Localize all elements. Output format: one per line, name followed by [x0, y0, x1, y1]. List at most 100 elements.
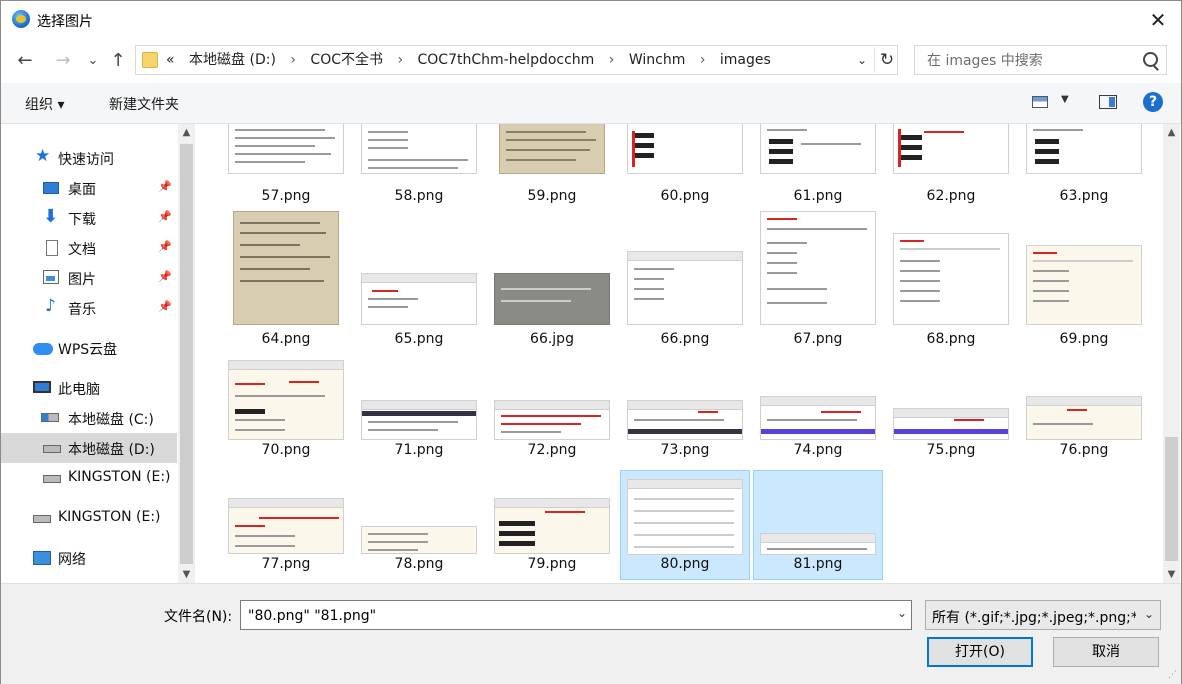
file-item[interactable]: 64.png — [221, 207, 351, 347]
file-item-selected[interactable]: 81.png — [753, 470, 883, 580]
file-item[interactable]: 79.png — [487, 470, 617, 580]
scroll-down-arrow-icon[interactable]: ▼ — [1163, 566, 1180, 583]
filename-combobox[interactable]: ⌄ — [240, 600, 912, 630]
sidebar-item-kingston-under-pc[interactable]: KINGSTON (E:) — [1, 463, 177, 493]
filetype-select[interactable]: 所有 (*.gif;*.jpg;*.jpeg;*.png;* ⌄ — [925, 600, 1161, 630]
file-item[interactable]: 65.png — [354, 207, 484, 347]
sidebar-item-quick-access[interactable]: ★ 快速访问 — [1, 143, 177, 173]
file-open-dialog: 选择图片 ✕ ← → ⌄ ↑ « 本地磁盘 (D:) › COC不全书 › CO… — [0, 0, 1182, 684]
file-item[interactable]: 66.jpg — [487, 207, 617, 347]
file-item[interactable]: 73.png — [620, 356, 750, 466]
refresh-button[interactable]: ↻ — [874, 47, 899, 73]
organize-button[interactable]: 组织 ▾ — [25, 94, 64, 114]
resize-grip-icon[interactable]: ⋰ — [1168, 670, 1177, 680]
filename-input[interactable] — [246, 605, 880, 627]
file-item[interactable]: 68.png — [886, 207, 1016, 347]
chevron-down-icon[interactable]: ⌄ — [897, 606, 907, 620]
view-options-dropdown[interactable]: ▼ — [1061, 94, 1069, 105]
forward-button[interactable]: → — [51, 49, 75, 73]
scroll-down-arrow-icon[interactable]: ▼ — [178, 566, 195, 583]
up-button[interactable]: ↑ — [106, 49, 130, 73]
sidebar-item-pictures[interactable]: 图片 📌 — [1, 263, 177, 293]
recent-locations-button[interactable]: ⌄ — [81, 49, 105, 73]
file-item[interactable]: 75.png — [886, 356, 1016, 466]
search-icon[interactable] — [1143, 52, 1158, 67]
breadcrumb-item[interactable]: COC7thChm-helpdocchm — [418, 52, 595, 68]
sidebar-item-wps-cloud[interactable]: WPS云盘 — [1, 333, 177, 363]
sidebar-item-documents[interactable]: 文档 📌 — [1, 233, 177, 263]
breadcrumb-item-current[interactable]: images — [720, 52, 771, 68]
file-item[interactable]: 60.png — [620, 124, 750, 212]
sidebar-item-this-pc[interactable]: 此电脑 — [1, 373, 177, 403]
file-name: 57.png — [261, 188, 311, 204]
cancel-button[interactable]: 取消 — [1053, 637, 1159, 667]
file-item-selected[interactable]: 80.png — [620, 470, 750, 580]
breadcrumb-separator[interactable]: › — [609, 52, 615, 68]
breadcrumb-separator[interactable]: › — [290, 52, 296, 68]
sidebar-item-desktop[interactable]: 桌面 📌 — [1, 173, 177, 203]
file-thumbnail — [760, 396, 876, 440]
app-icon — [12, 10, 30, 28]
file-item[interactable]: 78.png — [354, 470, 484, 580]
file-item[interactable]: 70.png — [221, 356, 351, 466]
chevron-down-icon[interactable]: ⌄ — [1144, 607, 1154, 621]
breadcrumb-item[interactable]: 本地磁盘 (D:) — [189, 52, 276, 68]
file-item[interactable]: 57.png — [221, 124, 351, 212]
file-thumbnail — [760, 211, 876, 325]
file-thumbnail — [1026, 245, 1142, 325]
file-thumbnail — [627, 251, 743, 325]
sidebar-item-network[interactable]: 网络 — [1, 543, 177, 573]
breadcrumb-item[interactable]: Winchm — [629, 52, 686, 68]
file-name: 77.png — [261, 556, 311, 572]
open-button[interactable]: 打开(O) — [927, 637, 1033, 667]
file-item[interactable]: 72.png — [487, 356, 617, 466]
sidebar-scrollbar[interactable]: ▲ ▼ — [178, 124, 195, 583]
file-item[interactable]: 61.png — [753, 124, 883, 212]
sidebar-item-drive-c[interactable]: 本地磁盘 (C:) — [1, 403, 177, 433]
file-item[interactable]: 76.png — [1019, 356, 1149, 466]
file-thumbnail — [361, 526, 477, 554]
close-button[interactable]: ✕ — [1135, 1, 1181, 39]
file-thumbnail — [494, 498, 610, 554]
sidebar-item-music[interactable]: ♪ 音乐 📌 — [1, 293, 177, 323]
search-box[interactable] — [914, 45, 1167, 75]
breadcrumb-item[interactable]: COC不全书 — [310, 52, 383, 68]
scroll-up-arrow-icon[interactable]: ▲ — [178, 124, 195, 141]
scroll-up-arrow-icon[interactable]: ▲ — [1163, 124, 1180, 141]
file-thumbnail — [760, 533, 876, 555]
network-icon — [33, 551, 51, 565]
file-item[interactable]: 71.png — [354, 356, 484, 466]
breadcrumb-separator[interactable]: › — [397, 52, 403, 68]
file-item[interactable]: 74.png — [753, 356, 883, 466]
file-item[interactable]: 69.png — [1019, 207, 1149, 347]
file-item[interactable]: 62.png — [886, 124, 1016, 212]
file-thumbnail — [361, 400, 477, 440]
file-thumbnail — [627, 479, 743, 555]
file-item[interactable]: 67.png — [753, 207, 883, 347]
file-item[interactable]: 66.png — [620, 207, 750, 347]
file-item[interactable]: 77.png — [221, 470, 351, 580]
sidebar-item-downloads[interactable]: ⬇ 下载 📌 — [1, 203, 177, 233]
file-name: 78.png — [394, 556, 444, 572]
help-icon[interactable]: ? — [1143, 92, 1163, 112]
file-list-scrollbar[interactable]: ▲ ▼ — [1163, 124, 1180, 583]
address-history-dropdown[interactable]: ⌄ — [854, 50, 870, 70]
file-item[interactable]: 63.png — [1019, 124, 1149, 212]
breadcrumb-overflow[interactable]: « — [166, 52, 175, 68]
change-view-icon[interactable] — [1032, 96, 1048, 108]
scrollbar-thumb[interactable] — [1165, 437, 1178, 561]
file-name: 81.png — [793, 556, 843, 572]
file-item[interactable]: 59.png — [487, 124, 617, 212]
pictures-icon — [43, 270, 59, 284]
scrollbar-thumb[interactable] — [180, 144, 193, 564]
search-input[interactable] — [925, 50, 1129, 72]
file-thumbnail — [228, 124, 344, 174]
back-button[interactable]: ← — [13, 49, 37, 73]
file-item[interactable]: 58.png — [354, 124, 484, 212]
breadcrumb-separator[interactable]: › — [700, 52, 706, 68]
sidebar-item-kingston[interactable]: KINGSTON (E:) — [1, 503, 177, 533]
address-bar[interactable]: « 本地磁盘 (D:) › COC不全书 › COC7thChm-helpdoc… — [135, 45, 898, 75]
new-folder-button[interactable]: 新建文件夹 — [109, 94, 179, 114]
preview-pane-icon[interactable] — [1099, 95, 1117, 109]
sidebar-item-drive-d[interactable]: 本地磁盘 (D:) — [1, 433, 177, 463]
